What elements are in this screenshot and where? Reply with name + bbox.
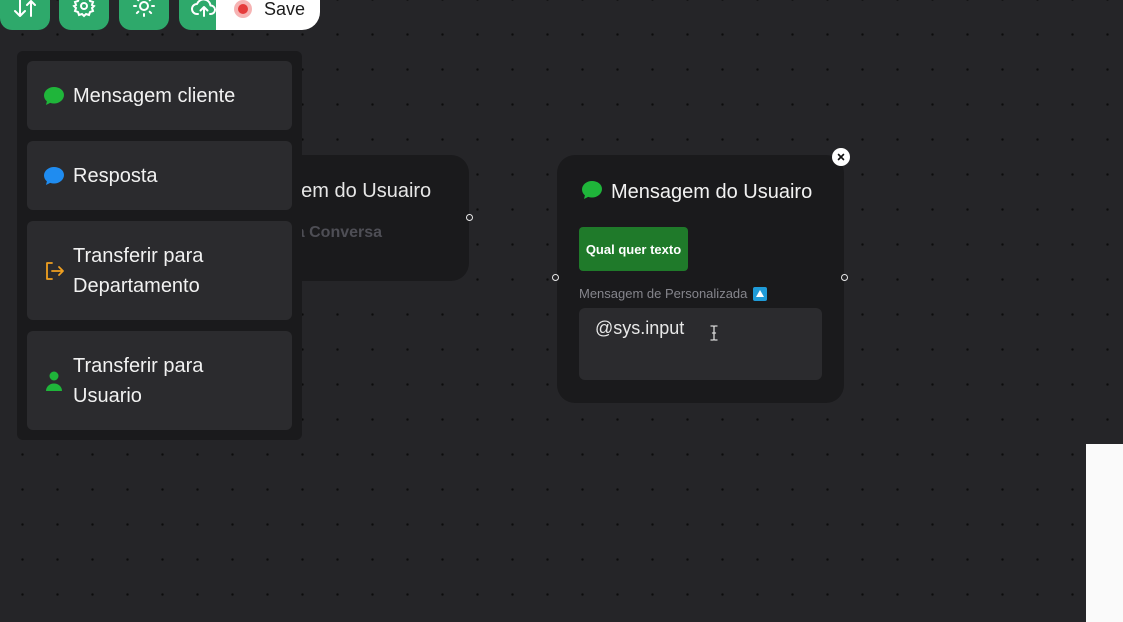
node-palette-menu: Mensagem cliente Resposta Transferir par… (17, 51, 302, 440)
node-title: gem do Usuairo (290, 180, 432, 202)
menu-item-resposta[interactable]: Resposta (27, 141, 292, 210)
field-label: Mensagem de Personalizada (579, 286, 768, 301)
save-button[interactable]: Save (216, 0, 320, 30)
sun-icon (133, 0, 155, 17)
menu-item-label: Transferir para Usuario (73, 354, 204, 407)
field-label-text: Mensagem de Personalizada (579, 286, 748, 301)
node-title: Mensagem do Usuairo (611, 181, 813, 203)
chat-bubble-green-icon (581, 180, 603, 205)
menu-item-label: Mensagem cliente (73, 84, 236, 107)
settings-button[interactable] (59, 0, 109, 30)
menu-item-transferir-departamento[interactable]: Transferir para Departamento (27, 221, 292, 320)
download-sort-icon (14, 0, 36, 17)
user-icon (43, 370, 65, 392)
side-panel-edge (1086, 444, 1123, 622)
node-input-handle[interactable] (552, 274, 559, 281)
flow-node-mensagem-usuario[interactable]: Mensagem do Usuairo Qual quer texto Mens… (557, 155, 844, 403)
node-header: Mensagem do Usuairo (581, 180, 812, 205)
message-input[interactable]: @sys.input (579, 308, 822, 380)
close-icon (837, 153, 845, 161)
exit-door-icon (43, 260, 65, 282)
message-input-value: @sys.input (595, 318, 685, 338)
node-output-handle[interactable] (466, 214, 473, 221)
theme-toggle-button[interactable] (119, 0, 169, 30)
cloud-upload-icon (191, 0, 216, 17)
menu-item-label: Transferir para Departamento (73, 244, 204, 297)
menu-item-mensagem-cliente[interactable]: Mensagem cliente (27, 61, 292, 130)
delete-node-button[interactable] (832, 148, 850, 166)
chat-bubble-blue-icon (43, 165, 65, 187)
sort-download-button[interactable] (0, 0, 50, 30)
text-chip-button[interactable]: Qual quer texto (579, 227, 688, 271)
text-cursor-icon (710, 325, 718, 346)
chat-bubble-green-icon (43, 85, 65, 107)
info-triangle-icon[interactable] (753, 286, 768, 301)
record-dot-icon (234, 0, 252, 18)
gear-icon (72, 0, 96, 18)
save-label: Save (264, 0, 306, 19)
menu-item-transferir-usuario[interactable]: Transferir para Usuario (27, 331, 292, 430)
node-output-handle[interactable] (841, 274, 848, 281)
menu-item-label: Resposta (73, 164, 158, 187)
